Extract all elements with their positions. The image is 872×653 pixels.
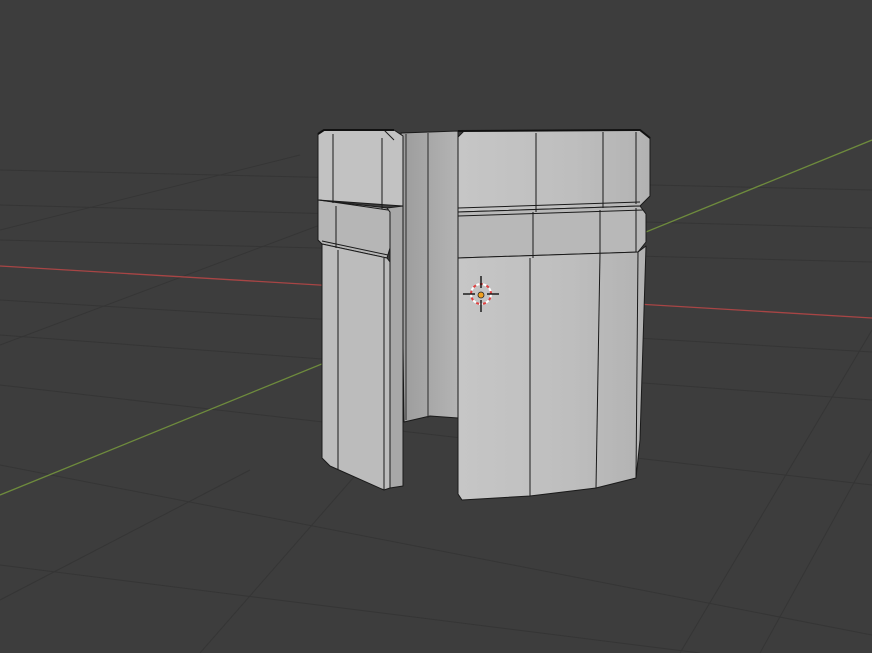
right-segment (457, 129, 651, 501)
mesh-object[interactable] (317, 129, 651, 501)
inner-wall (400, 130, 459, 423)
object-origin-point (477, 291, 485, 299)
3d-viewport[interactable] (0, 0, 872, 653)
left-segment (317, 129, 404, 491)
